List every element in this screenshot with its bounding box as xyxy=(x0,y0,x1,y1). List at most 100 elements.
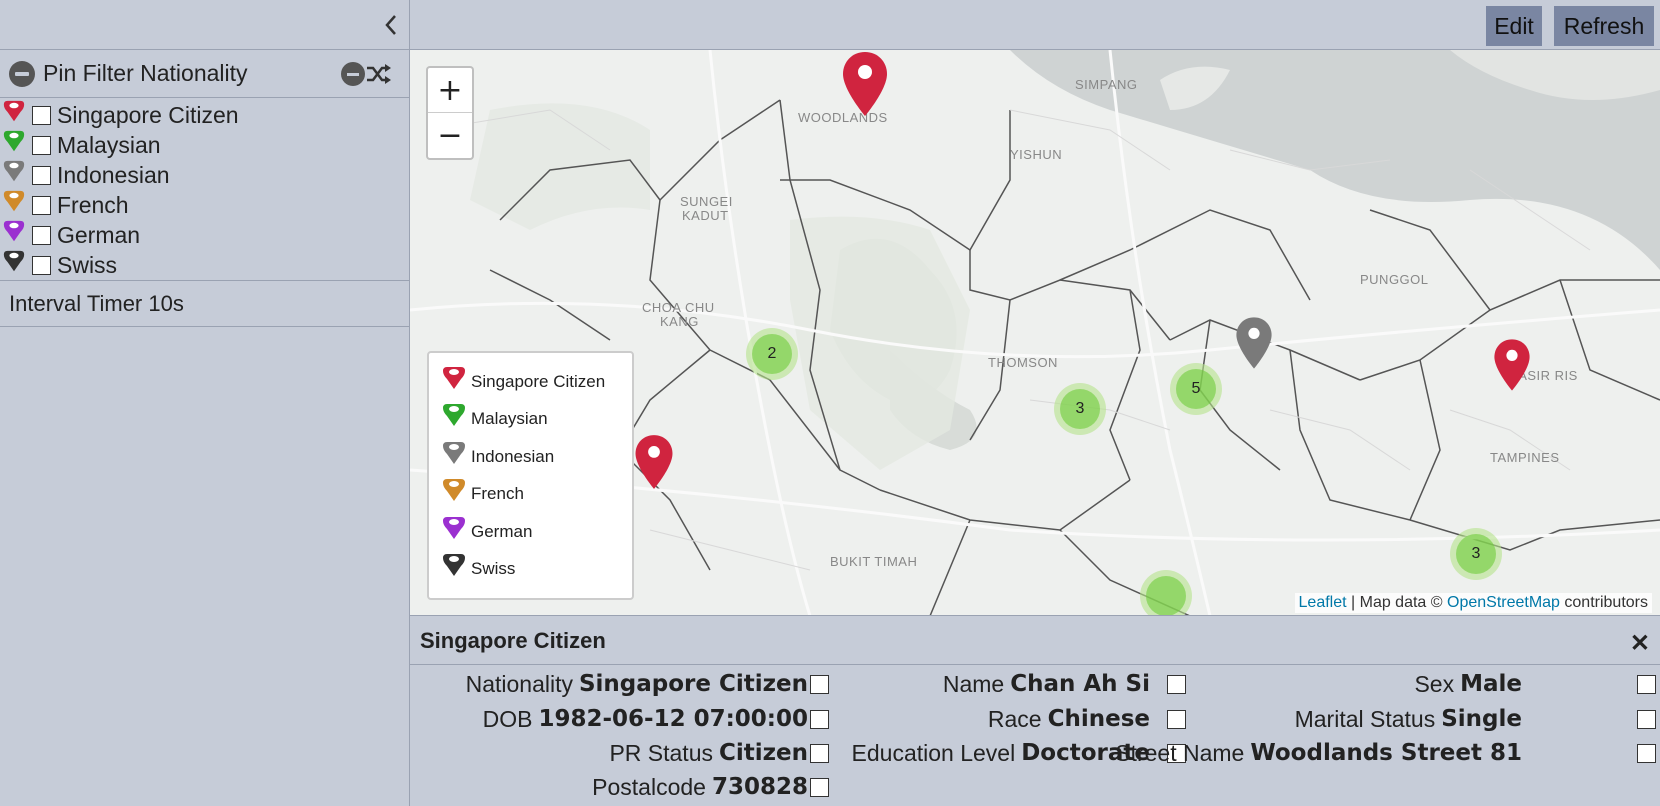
detail-title: Singapore Citizen xyxy=(420,627,606,653)
postalcode-checkbox[interactable] xyxy=(810,778,829,797)
place-label-kang: KANG xyxy=(660,314,699,329)
pr-status-checkbox[interactable] xyxy=(810,744,829,763)
place-label-tampines: TAMPINES xyxy=(1490,450,1560,465)
legend-label: Swiss xyxy=(471,559,516,579)
zoom-in-button[interactable]: + xyxy=(428,68,472,113)
remove-filter-icon[interactable] xyxy=(341,62,365,86)
marker-cluster[interactable]: 5 xyxy=(1170,363,1222,415)
field-marital-status: Marital Status Single xyxy=(1295,703,1522,735)
cluster-count: 5 xyxy=(1176,369,1216,409)
filter-checkbox[interactable] xyxy=(32,255,51,275)
field-key: Sex xyxy=(1414,670,1455,697)
field-pr-status: PR Status Citizen xyxy=(609,737,808,769)
field-key: Street Name xyxy=(1115,739,1245,766)
legend-item: Singapore Citizen xyxy=(441,363,632,401)
marital-status-checkbox[interactable] xyxy=(1637,710,1656,729)
pin-filter-header: Pin Filter Nationality xyxy=(0,50,409,98)
filter-toggle-icon[interactable] xyxy=(9,60,35,87)
filter-label: French xyxy=(57,191,129,218)
sex-checkbox[interactable] xyxy=(1637,675,1656,694)
map-pin-singapore-citizen[interactable] xyxy=(1492,336,1532,394)
filter-label: Swiss xyxy=(57,251,118,278)
pin-icon xyxy=(443,441,465,464)
filter-item[interactable]: Indonesian xyxy=(0,160,409,190)
zoom-control: + − xyxy=(426,66,474,160)
pin-icon xyxy=(3,190,25,212)
marker-cluster[interactable]: 2 xyxy=(746,328,798,380)
field-key: PR Status xyxy=(609,739,713,766)
zoom-out-button[interactable]: − xyxy=(428,113,472,158)
sidebar: Pin Filter Nationality Singapore Citizen… xyxy=(0,0,410,806)
pin-icon xyxy=(443,554,465,577)
close-icon[interactable]: ✕ xyxy=(1630,629,1650,658)
field-dob: DOB 1982-06-12 07:00:00 xyxy=(483,703,808,735)
map-attribution: Leaflet | Map data © OpenStreetMap contr… xyxy=(1294,593,1652,613)
refresh-button[interactable]: Refresh xyxy=(1554,6,1654,46)
filter-checkbox[interactable] xyxy=(32,165,51,185)
map-pin-indonesian[interactable] xyxy=(1234,314,1274,372)
place-label-thomson: THOMSON xyxy=(988,355,1058,370)
field-key: DOB xyxy=(482,705,533,732)
legend-item: French xyxy=(441,476,632,514)
marker-cluster[interactable]: 3 xyxy=(1450,528,1502,580)
race-checkbox[interactable] xyxy=(1167,710,1186,729)
filter-label: Indonesian xyxy=(57,161,170,188)
pin-icon xyxy=(3,100,25,122)
field-value: Single xyxy=(1441,706,1522,732)
shuffle-icon[interactable] xyxy=(365,61,391,87)
interval-timer[interactable]: Interval Timer 10s xyxy=(0,281,409,327)
attribution-separator: | Map data © xyxy=(1346,594,1447,611)
field-value: Singapore Citizen xyxy=(578,671,808,697)
legend-label: German xyxy=(471,521,533,541)
place-label-kadut: KADUT xyxy=(682,208,729,223)
marker-cluster-partial[interactable] xyxy=(1140,570,1192,615)
nationality-checkbox[interactable] xyxy=(810,675,829,694)
filter-item[interactable]: Singapore Citizen xyxy=(0,100,409,130)
filter-checkbox[interactable] xyxy=(32,105,51,125)
place-label-sungei: SUNGEI xyxy=(680,194,733,209)
field-value: Citizen xyxy=(718,740,808,766)
field-street-name: Street Name Woodlands Street 81 xyxy=(1115,737,1522,769)
filter-item[interactable]: French xyxy=(0,190,409,220)
street-name-checkbox[interactable] xyxy=(1637,744,1656,763)
map-pin-singapore-citizen[interactable] xyxy=(633,433,675,491)
field-key: Race xyxy=(987,705,1042,732)
filter-label: German xyxy=(57,221,141,248)
pin-icon xyxy=(443,366,465,389)
map-pin-singapore-citizen[interactable] xyxy=(840,50,890,118)
legend-item: Swiss xyxy=(441,551,632,589)
legend-item: Malaysian xyxy=(441,401,632,439)
sidebar-header xyxy=(0,0,409,50)
field-key: Postalcode xyxy=(592,773,706,800)
marker-cluster[interactable]: 3 xyxy=(1054,383,1106,435)
pin-icon xyxy=(3,250,25,272)
attribution-contributors: contributors xyxy=(1559,594,1648,611)
filter-item[interactable]: Malaysian xyxy=(0,130,409,160)
map-legend: Singapore Citizen Malaysian Indonesian Fren… xyxy=(427,351,634,600)
field-key: Marital Status xyxy=(1294,705,1436,732)
legend-label: Indonesian xyxy=(471,446,555,466)
filter-item[interactable]: Swiss xyxy=(0,250,409,280)
field-nationality: Nationality Singapore Citizen xyxy=(466,668,808,700)
leaflet-link[interactable]: Leaflet xyxy=(1299,594,1347,611)
name-checkbox[interactable] xyxy=(1167,675,1186,694)
cluster-count: 3 xyxy=(1456,534,1496,574)
filter-item[interactable]: German xyxy=(0,220,409,250)
filter-checkbox[interactable] xyxy=(32,135,51,155)
filter-checkbox[interactable] xyxy=(32,195,51,215)
legend-label: Singapore Citizen xyxy=(471,371,606,391)
pin-icon xyxy=(443,404,465,427)
legend-label: Malaysian xyxy=(471,409,548,429)
place-label-choa-chu: CHOA CHU xyxy=(642,300,715,315)
collapse-sidebar-icon[interactable] xyxy=(381,12,401,38)
top-toolbar: Edit Refresh xyxy=(410,0,1660,50)
filter-checkbox[interactable] xyxy=(32,225,51,245)
openstreetmap-link[interactable]: OpenStreetMap xyxy=(1447,594,1560,611)
map-view[interactable]: WOODLANDS SIMPANG YISHUN SUNGEI KADUT PU… xyxy=(410,50,1660,616)
place-label-bukit-timah: BUKIT TIMAH xyxy=(830,554,918,569)
dob-checkbox[interactable] xyxy=(810,710,829,729)
cluster-count: 2 xyxy=(752,334,792,374)
cluster-count: 3 xyxy=(1060,389,1100,429)
edit-button[interactable]: Edit xyxy=(1486,6,1542,46)
field-education-level: Education Level Doctorate xyxy=(852,737,1150,769)
